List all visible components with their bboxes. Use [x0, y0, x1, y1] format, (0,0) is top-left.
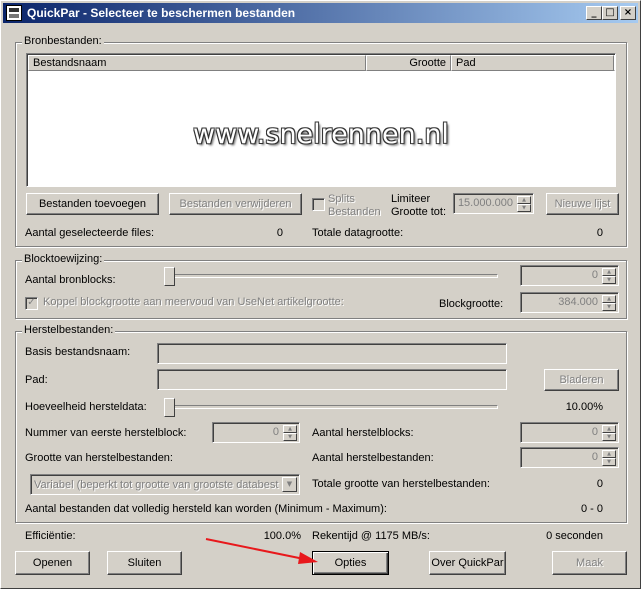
spin-up-icon[interactable]: ▲	[517, 196, 531, 204]
spin-down-icon[interactable]: ▼	[283, 433, 297, 441]
total-recovery-size-value: 0	[596, 478, 603, 490]
add-files-button[interactable]: Bestanden toevoegen	[26, 193, 159, 215]
annotation-arrow-icon	[205, 538, 318, 564]
file-sizing-combobox[interactable]: Variabel (beperkt tot grootte van groots…	[30, 474, 300, 495]
chevron-down-icon[interactable]: ▼	[282, 477, 297, 492]
limit-size-spin-buttons[interactable]: ▲ ▼	[517, 196, 531, 212]
recovery-blocks-label: Aantal herstelblocks:	[312, 427, 414, 439]
block-size-spin-buttons[interactable]: ▲ ▼	[602, 295, 616, 311]
redundancy-label: Hoeveelheid hersteldata:	[25, 401, 147, 413]
total-data-size-label: Totale datagrootte:	[312, 227, 404, 239]
source-blocks-label: Aantal bronblocks:	[25, 274, 116, 286]
spin-up-icon[interactable]: ▲	[602, 450, 616, 458]
recovery-path-label: Pad:	[25, 374, 48, 386]
spin-down-icon[interactable]: ▼	[517, 204, 531, 212]
close-button[interactable]: Sluiten	[107, 551, 182, 575]
recovery-blocks-spinner[interactable]: 0 ▲ ▼	[520, 422, 619, 443]
first-block-label: Nummer van eerste herstelblock:	[25, 427, 187, 439]
recovery-files-count-spin-buttons[interactable]: ▲ ▼	[602, 450, 616, 466]
spin-up-icon[interactable]: ▲	[602, 295, 616, 303]
app-icon	[6, 5, 22, 21]
remove-files-button[interactable]: Bestanden verwijderen	[169, 193, 302, 215]
source-blocks-slider-track[interactable]	[167, 274, 498, 278]
limit-size-value: 15.000.000	[457, 197, 513, 209]
selected-files-label: Aantal geselecteerde files:	[25, 227, 155, 239]
recovery-files-count-spinner[interactable]: 0 ▲ ▼	[520, 447, 619, 468]
block-size-label: Blockgrootte:	[439, 298, 504, 310]
limit-size-spinner[interactable]: 15.000.000 ▲ ▼	[453, 193, 534, 214]
first-block-value: 0	[272, 426, 279, 438]
recovery-path-field[interactable]	[157, 369, 507, 390]
column-header-path[interactable]: Pad	[451, 55, 614, 71]
watermark-text: www.snelrennen.nl	[193, 119, 449, 150]
link-blocksize-checkbox[interactable]: ✓	[25, 297, 38, 310]
source-blocks-slider-thumb[interactable]	[164, 267, 175, 286]
total-recovery-size-label: Totale grootte van herstelbestanden:	[312, 478, 490, 490]
create-button[interactable]: Maak	[552, 551, 627, 575]
split-files-label-line2: Bestanden	[328, 206, 381, 218]
open-button[interactable]: Openen	[15, 551, 90, 575]
column-header-filler	[614, 55, 615, 71]
compute-time-label: Rekentijd @ 1175 MB/s:	[312, 530, 430, 542]
split-files-label-line1: Splits	[328, 193, 355, 205]
column-header-size[interactable]: Grootte	[366, 55, 451, 71]
source-blocks-value: 0	[591, 269, 598, 281]
efficiency-label: Efficiëntie:	[25, 530, 76, 542]
file-sizing-selected: Variabel (beperkt tot grootte van groots…	[34, 479, 279, 491]
base-name-field[interactable]	[157, 343, 507, 364]
source-blocks-spin-buttons[interactable]: ▲ ▼	[602, 268, 616, 284]
spin-down-icon[interactable]: ▼	[602, 303, 616, 311]
limit-size-label-line1: Limiteer	[391, 193, 431, 205]
about-button[interactable]: Over QuickPar	[429, 551, 506, 575]
compute-time-value: 0 seconden	[546, 530, 603, 542]
minimize-button[interactable]: _	[586, 6, 602, 20]
recovery-files-count-label: Aantal herstelbestanden:	[312, 452, 434, 464]
recovery-files-legend: Herstelbestanden:	[22, 324, 116, 336]
first-block-spin-buttons[interactable]: ▲ ▼	[283, 425, 297, 441]
link-blocksize-label: Koppel blockgrootte aan meervoud van Use…	[43, 296, 344, 308]
block-allocation-legend: Blocktoewijzing:	[22, 253, 105, 265]
split-files-checkbox[interactable]	[312, 198, 325, 211]
spin-down-icon[interactable]: ▼	[602, 276, 616, 284]
window-title: QuickPar - Selecteer te beschermen besta…	[27, 6, 296, 20]
redundancy-slider-track[interactable]	[167, 405, 498, 409]
spin-down-icon[interactable]: ▼	[602, 433, 616, 441]
recovery-blocks-value: 0	[591, 426, 598, 438]
source-files-legend: Bronbestanden:	[22, 35, 104, 47]
file-sizing-label: Grootte van herstelbestanden:	[25, 452, 173, 464]
source-file-list[interactable]: Bestandsnaam Grootte Pad www.snelrennen.…	[26, 53, 616, 187]
title-bar[interactable]: QuickPar - Selecteer te beschermen besta…	[3, 3, 638, 23]
recovery-blocks-spin-buttons[interactable]: ▲ ▼	[602, 425, 616, 441]
maximize-button[interactable]: □	[602, 6, 618, 20]
fully-recoverable-value: 0 - 0	[580, 503, 603, 515]
block-size-spinner[interactable]: 384.000 ▲ ▼	[520, 292, 619, 313]
browse-button[interactable]: Bladeren	[544, 369, 619, 391]
block-size-value: 384.000	[558, 296, 598, 308]
quickpar-window: QuickPar - Selecteer te beschermen besta…	[0, 0, 641, 589]
redundancy-value: 10.00%	[565, 401, 603, 413]
fully-recoverable-label: Aantal bestanden dat volledig hersteld k…	[25, 503, 387, 515]
new-list-button[interactable]: Nieuwe lijst	[546, 193, 619, 215]
total-data-size-value: 0	[596, 227, 603, 239]
spin-down-icon[interactable]: ▼	[602, 458, 616, 466]
recovery-files-count-value: 0	[591, 451, 598, 463]
selected-files-value: 0	[276, 227, 283, 239]
redundancy-slider-thumb[interactable]	[164, 398, 175, 417]
limit-size-label-line2: Grootte tot:	[391, 206, 447, 218]
spin-up-icon[interactable]: ▲	[602, 425, 616, 433]
first-block-spinner[interactable]: 0 ▲ ▼	[212, 422, 300, 443]
spin-up-icon[interactable]: ▲	[283, 425, 297, 433]
close-window-button[interactable]: ×	[620, 6, 636, 20]
spin-up-icon[interactable]: ▲	[602, 268, 616, 276]
base-name-label: Basis bestandsnaam:	[25, 346, 131, 358]
source-blocks-spinner[interactable]: 0 ▲ ▼	[520, 265, 619, 286]
column-header-filename[interactable]: Bestandsnaam	[28, 55, 366, 71]
